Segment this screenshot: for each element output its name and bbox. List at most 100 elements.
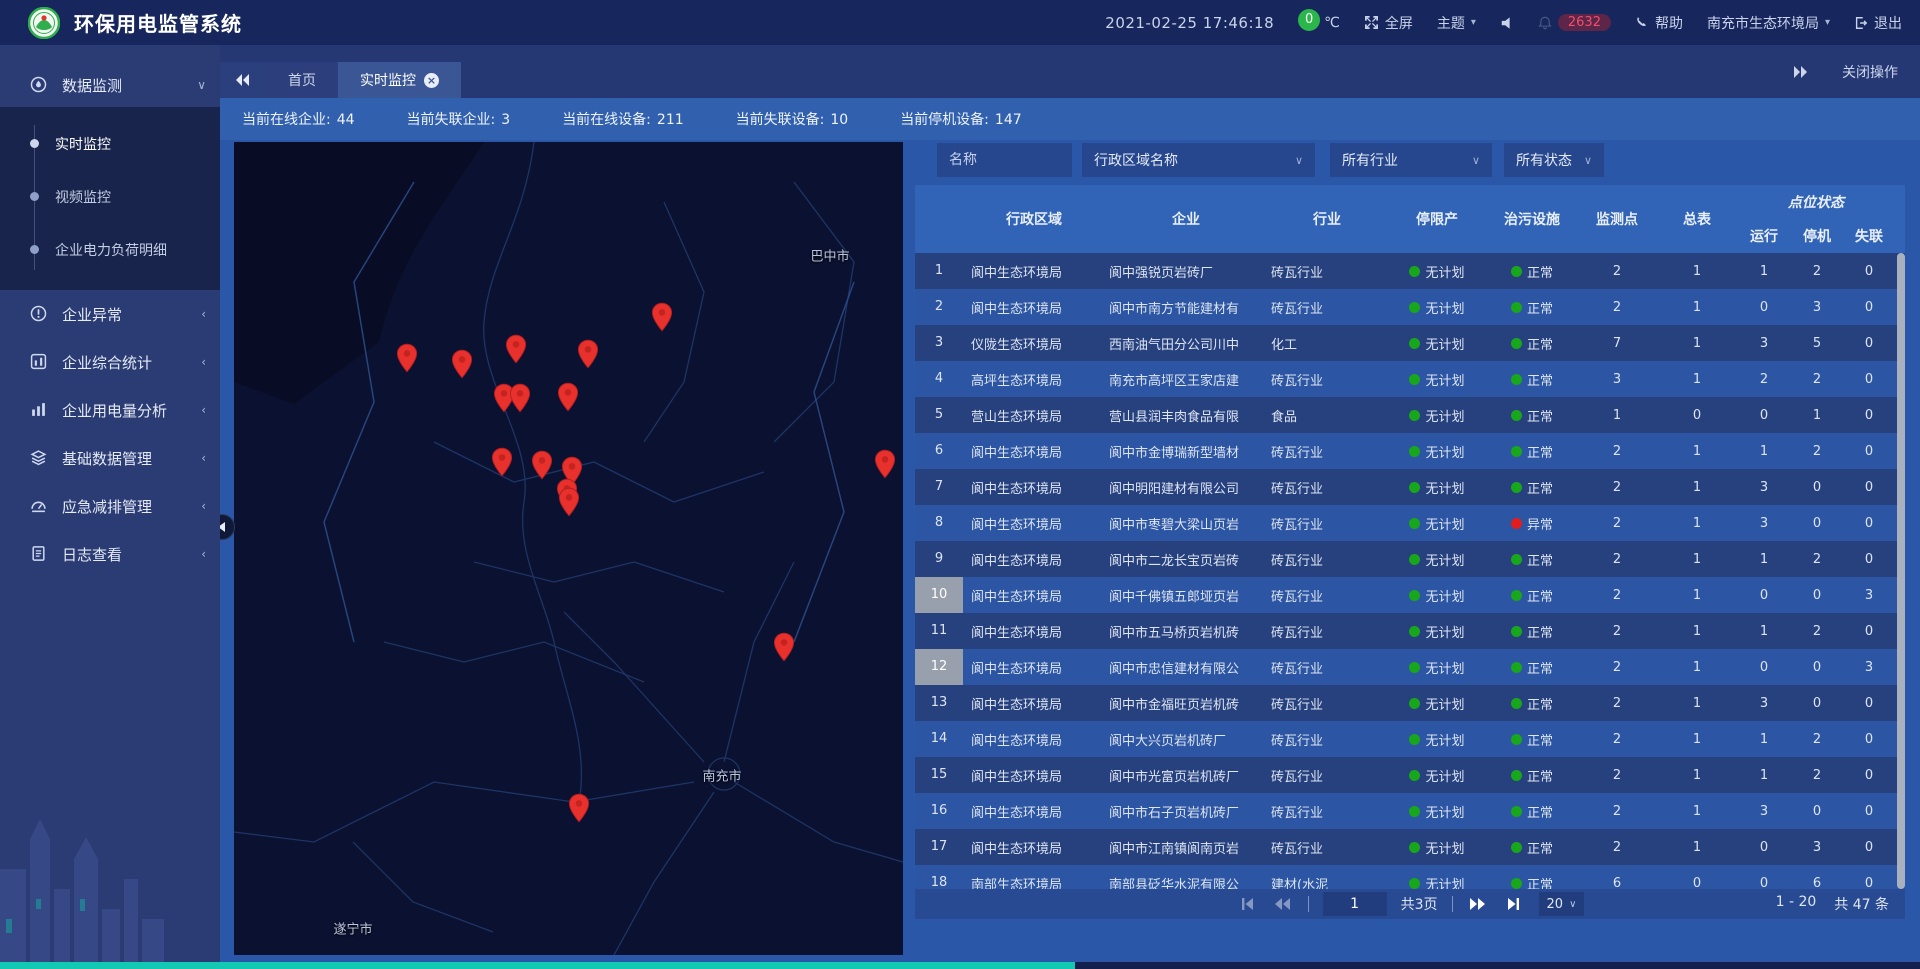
table-row[interactable]: 13阆中生态环境局阆中市金福旺页岩机砖砖瓦行业无计划正常21300 [915, 685, 1905, 721]
table-row[interactable]: 5营山生态环境局营山县润丰肉食品有限食品无计划正常10010 [915, 397, 1905, 433]
page-number-input[interactable] [1323, 892, 1387, 916]
stats-bar: 当前在线企业:44当前失联企业:3当前在线设备:211当前失联设备:10当前停机… [220, 98, 1920, 140]
limit-status-text: 无计划 [1425, 586, 1464, 605]
sound-button[interactable] [1500, 16, 1514, 30]
table-row[interactable]: 10阆中生态环境局阆中千佛镇五郎垭页岩砖瓦行业无计划正常21003 [915, 577, 1905, 613]
sidebar-item-enterprise-stats[interactable]: 企业综合统计‹ [0, 338, 220, 386]
cell-industry: 砖瓦行业 [1267, 694, 1387, 713]
cell-points: 2 [1577, 300, 1657, 315]
table-row[interactable]: 1阆中生态环境局阆中强锐页岩砖厂砖瓦行业无计划正常21120 [915, 253, 1905, 289]
stat-item: 当前失联设备:10 [736, 109, 849, 129]
sidebar-item-base-data[interactable]: 基础数据管理‹ [0, 434, 220, 482]
stat-value: 10 [830, 112, 848, 128]
industry-select[interactable]: 所有行业 ∨ [1330, 143, 1492, 177]
sidebar-item-label: 企业综合统计 [62, 352, 201, 373]
cell-meters: 1 [1657, 552, 1737, 567]
limit-status-text: 无计划 [1425, 478, 1464, 497]
close-operations-button[interactable]: 关闭操作 [1842, 62, 1898, 82]
cell-points: 2 [1577, 444, 1657, 459]
last-page-button[interactable] [1503, 895, 1525, 913]
limit-status-text: 无计划 [1425, 442, 1464, 461]
cell-company: 西南油气田分公司川中 [1105, 334, 1267, 353]
sidebar-subitem-label: 企业电力负荷明细 [55, 240, 167, 260]
map-panel[interactable]: 巴中市南充市遂宁市 [234, 142, 903, 955]
double-chevron-right-icon[interactable] [1792, 65, 1808, 79]
fullscreen-button[interactable]: 全屏 [1364, 13, 1413, 33]
cell-meters: 1 [1657, 732, 1737, 747]
table-row[interactable]: 3仪陇生态环境局西南油气田分公司川中化工无计划正常71350 [915, 325, 1905, 361]
cell-stop: 5 [1791, 336, 1843, 351]
stat-value: 44 [337, 112, 355, 128]
table-row[interactable]: 16阆中生态环境局阆中市石子页岩机砖厂砖瓦行业无计划正常21300 [915, 793, 1905, 829]
sidebar-item-log-view[interactable]: 日志查看‹ [0, 530, 220, 578]
next-page-button[interactable] [1467, 895, 1489, 913]
table-row[interactable]: 18南部生态环境局南部县砭华水泥有限公建材(水泥无计划正常60060 [915, 865, 1905, 889]
map-marker-icon[interactable] [568, 793, 590, 823]
table-row[interactable]: 12阆中生态环境局阆中市忠信建材有限公砖瓦行业无计划正常21003 [915, 649, 1905, 685]
table-row[interactable]: 14阆中生态环境局阆中大兴页岩机砖厂砖瓦行业无计划正常21120 [915, 721, 1905, 757]
map-marker-icon[interactable] [505, 334, 527, 364]
sidebar-item-label: 数据监测 [62, 75, 197, 96]
column-group-point-status: 点位状态 运行 停机 失联 [1737, 185, 1895, 253]
prev-page-button[interactable] [1272, 895, 1294, 913]
org-dropdown[interactable]: 南充市生态环境局 ▾ [1707, 13, 1830, 33]
tab-home[interactable]: 首页 [266, 62, 338, 98]
logout-button[interactable]: 退出 [1854, 13, 1902, 33]
table-row[interactable]: 6阆中生态环境局阆中市金博瑞新型墙材砖瓦行业无计划正常21120 [915, 433, 1905, 469]
status-dot-icon [1409, 698, 1420, 709]
cell-limit-status: 无计划 [1387, 442, 1487, 461]
map-marker-icon[interactable] [396, 343, 418, 373]
stat-value: 211 [657, 112, 684, 128]
table-row[interactable]: 9阆中生态环境局阆中市二龙长宝页岩砖砖瓦行业无计划正常21120 [915, 541, 1905, 577]
name-search-input[interactable] [937, 143, 1072, 177]
table-row[interactable]: 4高坪生态环境局南充市高坪区王家店建砖瓦行业无计划正常31220 [915, 361, 1905, 397]
map-marker-icon[interactable] [491, 447, 513, 477]
cell-points: 2 [1577, 804, 1657, 819]
map-marker-icon[interactable] [451, 349, 473, 379]
map-marker-icon[interactable] [557, 382, 579, 412]
sidebar-item-emergency-reduction[interactable]: 应急减排管理‹ [0, 482, 220, 530]
sidebar-subitem-realtime-monitor[interactable]: 实时监控 [0, 117, 220, 170]
region-select[interactable]: 行政区域名称 ∨ [1082, 143, 1315, 177]
map-marker-icon[interactable] [531, 450, 553, 480]
table-row[interactable]: 7阆中生态环境局阆中明阳建材有限公司砖瓦行业无计划正常21300 [915, 469, 1905, 505]
tabs-scroll-left-button[interactable] [220, 62, 266, 98]
first-page-button[interactable] [1236, 895, 1258, 913]
map-marker-icon[interactable] [577, 339, 599, 369]
sidebar-subitem-power-load-detail[interactable]: 企业电力负荷明细 [0, 223, 220, 276]
status-select[interactable]: 所有状态 ∨ [1504, 143, 1604, 177]
cell-limit-status: 无计划 [1387, 622, 1487, 641]
cell-index: 2 [915, 289, 963, 325]
sidebar-subitem-video-monitor[interactable]: 视频监控 [0, 170, 220, 223]
cell-points: 7 [1577, 336, 1657, 351]
map-marker-icon[interactable] [509, 383, 531, 413]
table-row[interactable]: 15阆中生态环境局阆中市光富页岩机砖厂砖瓦行业无计划正常21120 [915, 757, 1905, 793]
sidebar-item-data-monitoring[interactable]: 数据监测∨ [0, 63, 220, 107]
sidebar-item-power-analysis[interactable]: 企业用电量分析‹ [0, 386, 220, 434]
theme-dropdown[interactable]: 主题 ▾ [1437, 13, 1476, 33]
table-row[interactable]: 2阆中生态环境局阆中市南方节能建材有砖瓦行业无计划正常21030 [915, 289, 1905, 325]
map-marker-icon[interactable] [874, 449, 896, 479]
sidebar-item-label: 企业用电量分析 [62, 400, 201, 421]
vertical-scrollbar[interactable] [1897, 253, 1905, 889]
close-icon[interactable]: × [424, 73, 439, 88]
status-dot-icon [1409, 554, 1420, 565]
cell-points: 2 [1577, 732, 1657, 747]
map-marker-icon[interactable] [558, 487, 580, 517]
notifications[interactable]: 2632 [1538, 14, 1611, 31]
table-row[interactable]: 11阆中生态环境局阆中市五马桥页岩机砖砖瓦行业无计划正常21120 [915, 613, 1905, 649]
sidebar: 数据监测∨实时监控视频监控企业电力负荷明细企业异常‹企业综合统计‹企业用电量分析… [0, 45, 220, 969]
table-row[interactable]: 17阆中生态环境局阆中市江南镇阆南页岩砖瓦行业无计划正常21030 [915, 829, 1905, 865]
tab-realtime-monitor[interactable]: 实时监控 × [338, 62, 461, 98]
limit-status-text: 无计划 [1425, 658, 1464, 677]
cell-limit-status: 无计划 [1387, 802, 1487, 821]
page-size-select[interactable]: 20 ∨ [1539, 892, 1585, 916]
map-marker-icon[interactable] [651, 302, 673, 332]
help-button[interactable]: 帮助 [1635, 13, 1683, 33]
table-row[interactable]: 8阆中生态环境局阆中市枣碧大梁山页岩砖瓦行业无计划异常21300 [915, 505, 1905, 541]
map-marker-icon[interactable] [773, 632, 795, 662]
sidebar-item-enterprise-abnormal[interactable]: 企业异常‹ [0, 290, 220, 338]
chevron-down-icon: ▾ [1471, 17, 1476, 28]
industry-select-value: 所有行业 [1342, 150, 1398, 170]
facility-status-text: 正常 [1527, 586, 1553, 605]
